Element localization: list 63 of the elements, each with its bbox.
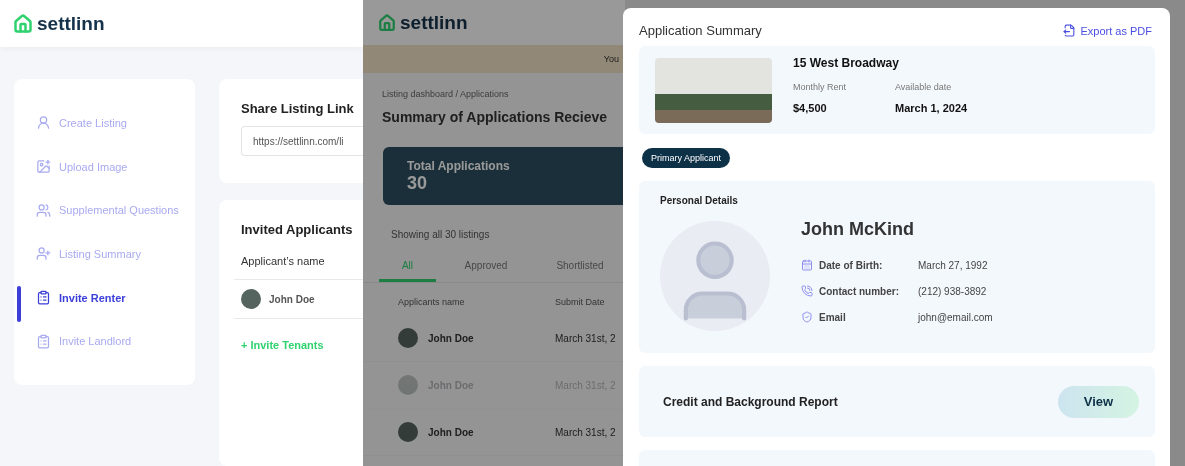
detail-label: Email <box>818 311 847 323</box>
invite-tenants-link[interactable]: + Invite Tenants <box>241 339 363 351</box>
user-plus-icon <box>36 246 51 262</box>
page-title: Summary of Applications Recieve <box>381 108 609 125</box>
avatar <box>398 328 418 348</box>
modal-title: Application Summary <box>639 23 762 38</box>
logo-text: settlinn <box>400 11 468 34</box>
phone-icon <box>801 285 813 297</box>
detail-value: (212) 938-3892 <box>918 285 987 297</box>
sidebar-item[interactable]: Invite Landlord <box>14 319 195 364</box>
file-export-icon <box>1063 24 1077 37</box>
fact-label: Monthly Rent <box>793 82 848 92</box>
section-title: Personal Details <box>660 195 739 206</box>
clipboard-icon <box>36 290 51 305</box>
fact-label: Available date <box>895 82 953 92</box>
card-title: Share Listing Link <box>241 101 355 116</box>
detail-value: john@email.com <box>918 311 993 323</box>
sidebar-item[interactable]: Listing Summary <box>14 232 195 276</box>
house-icon <box>378 13 396 32</box>
fact-value: March 1, 2024 <box>895 102 968 114</box>
applicant-name: John Doe <box>428 426 474 438</box>
breadcrumb: Listing dashboard / Applications <box>381 88 510 99</box>
listing-count: Showing all 30 listings <box>390 228 491 240</box>
users-icon <box>36 202 51 218</box>
detail-label: Contact number: <box>818 285 900 297</box>
total-label: Total Applications <box>407 159 511 173</box>
clipboard-icon <box>36 333 51 349</box>
column-header: Applicants name <box>398 297 466 307</box>
view-button[interactable]: View <box>1058 385 1139 418</box>
shield-icon <box>801 311 813 323</box>
sidebar-item[interactable]: Create Listing <box>14 101 195 145</box>
filter-tab[interactable]: All <box>379 260 436 282</box>
logo-text: settlinn <box>37 12 105 35</box>
applicant-badge: Primary Applicant <box>642 148 731 168</box>
export-pdf-link[interactable]: Export as PDF <box>1063 24 1152 37</box>
column-header: Applicant’s name <box>241 255 326 267</box>
active-indicator <box>17 285 21 322</box>
house-icon <box>13 13 33 34</box>
submit-date: March 31st, 2 <box>555 332 616 344</box>
sidebar-item[interactable]: Invite Renter <box>14 275 195 320</box>
total-value: 30 <box>407 173 429 194</box>
applicant-name: John Doe <box>428 332 474 344</box>
card-title: Invited Applicants <box>241 222 354 237</box>
user-icon <box>36 115 51 131</box>
avatar <box>398 422 418 442</box>
submit-date: March 31st, 2 <box>555 426 616 438</box>
avatar <box>398 375 418 395</box>
filter-tab[interactable]: Approved <box>436 260 536 282</box>
sidebar-item[interactable]: Upload Image <box>14 144 195 189</box>
applicant-name: John McKind <box>801 219 915 240</box>
avatar <box>241 289 261 309</box>
column-header: Submit Date <box>555 297 606 307</box>
notice-banner: You <box>363 45 625 73</box>
image-icon <box>36 159 51 174</box>
sidebar-item[interactable]: Supplemental Questions <box>14 188 195 232</box>
applicant-name: John Doe <box>269 293 315 305</box>
fact-value: $4,500 <box>793 102 828 114</box>
report-title: Credit and Background Report <box>663 394 838 409</box>
calendar-icon <box>801 259 813 271</box>
property-address: 15 West Broadway <box>793 56 900 70</box>
detail-label: Date of Birth: <box>818 259 884 271</box>
detail-value: March 27, 1992 <box>918 259 988 271</box>
filter-tab[interactable]: Shortlisted <box>536 260 624 282</box>
